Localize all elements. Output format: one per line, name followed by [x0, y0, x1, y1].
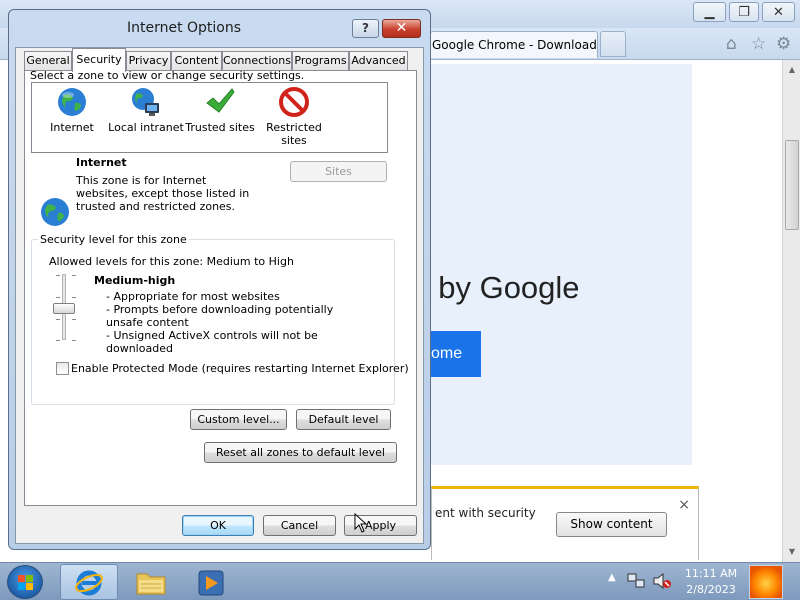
custom-level-button[interactable]: Custom level...: [190, 409, 287, 430]
taskbar-internet-explorer[interactable]: [60, 564, 118, 600]
zone-trusted-sites-label: Trusted sites: [185, 121, 255, 134]
security-level-name: Medium-high: [94, 274, 176, 287]
home-icon[interactable]: ⌂: [726, 34, 737, 54]
windows-logo-red: [18, 575, 25, 582]
slider-tick: [56, 319, 60, 320]
slider-tick: [56, 297, 60, 298]
browser-close-button[interactable]: ✕: [762, 2, 795, 22]
slider-tick: [56, 275, 60, 276]
show-content-button[interactable]: Show content: [556, 512, 667, 537]
tab-security[interactable]: Security: [72, 48, 126, 72]
slider-tick: [72, 319, 76, 320]
level-description-line: - Prompts before downloading potentially…: [106, 303, 334, 329]
minimize-icon: ▁: [704, 4, 715, 20]
security-level-description: - Appropriate for most websites - Prompt…: [106, 290, 356, 355]
slider-tick: [72, 340, 76, 341]
zone-trusted-sites[interactable]: Trusted sites: [180, 83, 260, 134]
intranet-globe-icon: [132, 88, 159, 116]
restore-icon: ❐: [738, 4, 750, 20]
zone-info-description: This zone is for Internet websites, exce…: [76, 174, 250, 213]
taskbar: ▲ 11:11 AM 2/8/2023: [0, 562, 800, 600]
scroll-up-arrow-icon[interactable]: ▲: [785, 62, 799, 78]
media-player-icon: [198, 570, 224, 596]
taskbar-media-player[interactable]: [180, 564, 238, 600]
restore-button[interactable]: ❐: [729, 2, 759, 22]
close-icon: ✕: [773, 4, 784, 20]
minimize-button[interactable]: ▁: [693, 2, 726, 22]
zone-internet-label: Internet: [50, 121, 94, 134]
vertical-scrollbar[interactable]: ▲ ▼: [782, 60, 800, 562]
clock-date[interactable]: 2/8/2023: [676, 582, 746, 597]
tab-general[interactable]: General: [24, 51, 72, 71]
slider-tick: [56, 340, 60, 341]
tab-connections[interactable]: Connections: [222, 51, 292, 71]
level-description-line: - Appropriate for most websites: [106, 290, 280, 303]
help-button[interactable]: ?: [352, 19, 379, 38]
network-icon[interactable]: [627, 573, 645, 589]
show-hidden-icons-arrow[interactable]: ▲: [608, 572, 616, 583]
sites-button[interactable]: Sites: [290, 161, 387, 182]
download-chrome-button[interactable]: ome: [431, 331, 481, 377]
internet-options-dialog: Internet Options ? ✕ General Security Pr…: [8, 9, 431, 550]
internet-explorer-icon: [75, 570, 103, 596]
browser-tab-title: Google Chrome - Download ...: [432, 38, 598, 52]
slider-tick: [72, 275, 76, 276]
zone-info-title: Internet: [76, 156, 127, 169]
start-button[interactable]: [7, 565, 43, 599]
page-heading: t by Google: [421, 270, 580, 305]
zone-restricted-sites[interactable]: Restricted sites: [254, 83, 334, 147]
zone-local-intranet-label: Local intranet: [108, 121, 184, 134]
clock-time[interactable]: 11:11 AM: [676, 566, 746, 581]
volume-muted-icon[interactable]: [653, 573, 671, 589]
tab-content[interactable]: Content: [171, 51, 222, 71]
level-description-line: - Unsigned ActiveX controls will not be …: [106, 329, 318, 355]
tools-gear-icon[interactable]: ⚙: [776, 34, 791, 54]
infobar-message: ent with security: [435, 506, 536, 520]
new-tab-button[interactable]: [600, 31, 626, 57]
zone-local-intranet[interactable]: Local intranet: [106, 83, 186, 134]
tab-privacy[interactable]: Privacy: [126, 51, 171, 71]
reset-all-zones-button[interactable]: Reset all zones to default level: [204, 442, 397, 463]
page-banner: [431, 64, 692, 465]
security-level-group-label: Security level for this zone: [38, 233, 189, 246]
globe-icon: [58, 88, 86, 116]
zone-info-globe-icon: [41, 198, 69, 226]
windows-logo-yellow: [26, 583, 33, 590]
dialog-close-button[interactable]: ✕: [382, 19, 421, 38]
tab-advanced[interactable]: Advanced: [349, 51, 408, 71]
ok-button[interactable]: OK: [182, 515, 254, 536]
file-explorer-icon: [136, 573, 166, 595]
default-level-button[interactable]: Default level: [296, 409, 391, 430]
security-level-slider-thumb[interactable]: [53, 303, 75, 314]
tab-programs[interactable]: Programs: [292, 51, 349, 71]
allowed-levels-text: Allowed levels for this zone: Medium to …: [49, 255, 294, 268]
windows-logo-blue: [18, 583, 25, 590]
browser-tab[interactable]: Google Chrome - Download ...: [430, 31, 598, 58]
show-desktop-button[interactable]: [749, 565, 783, 599]
taskbar-file-explorer[interactable]: [122, 564, 180, 600]
cancel-button[interactable]: Cancel: [263, 515, 336, 536]
mouse-cursor-icon: [354, 513, 368, 533]
infobar-close-icon[interactable]: ×: [678, 497, 690, 513]
checkmark-icon: [206, 88, 235, 113]
zone-internet[interactable]: Internet: [32, 83, 112, 134]
slider-tick: [72, 297, 76, 298]
scrollbar-thumb[interactable]: [785, 140, 799, 230]
dialog-title: Internet Options: [126, 20, 242, 36]
restricted-icon: [279, 87, 309, 117]
zone-restricted-sites-label: Restricted sites: [266, 121, 322, 147]
download-chrome-label: ome: [431, 345, 463, 362]
security-infobar: ent with security × Show content: [431, 486, 699, 560]
favorites-star-icon[interactable]: ☆: [751, 34, 766, 54]
scroll-down-arrow-icon[interactable]: ▼: [785, 544, 799, 560]
protected-mode-label[interactable]: Enable Protected Mode (requires restarti…: [71, 362, 409, 375]
zone-list: Internet Local intranet Trusted sites Re…: [31, 82, 388, 153]
protected-mode-checkbox[interactable]: [56, 362, 69, 375]
windows-logo-green: [26, 575, 33, 582]
